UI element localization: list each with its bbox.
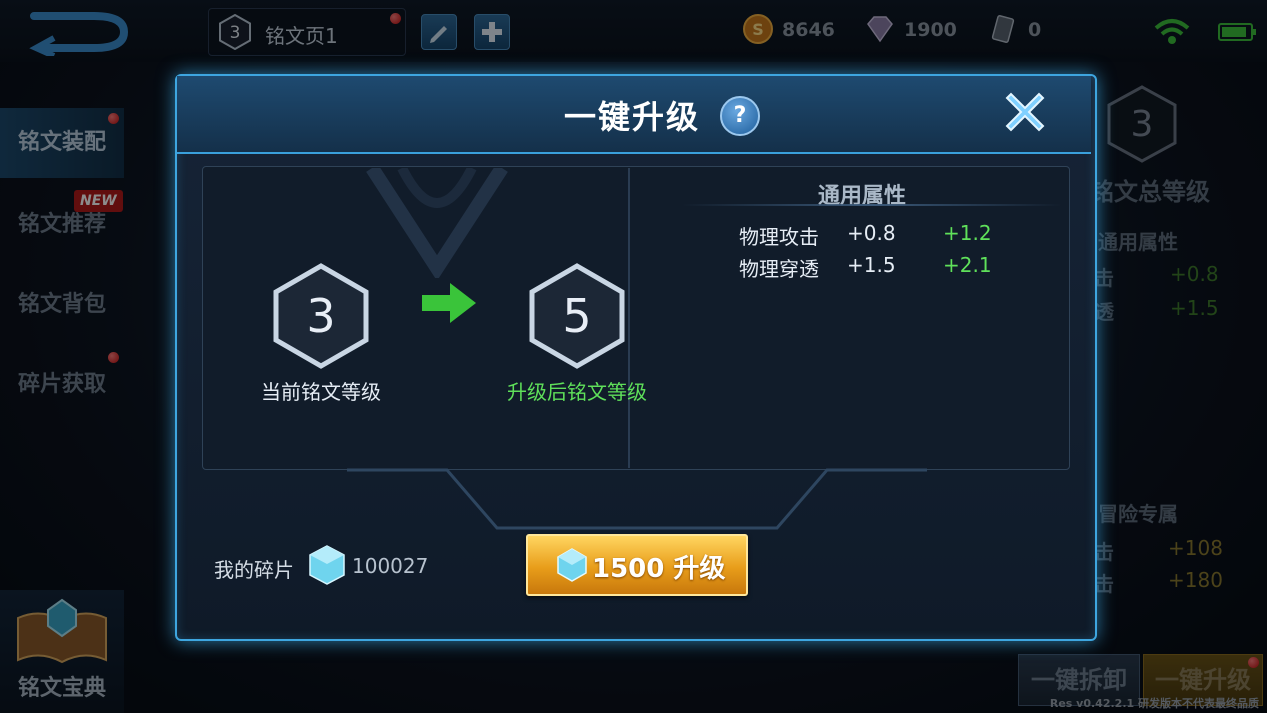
emblem-decoration-icon [366,168,508,278]
crystal-fragment-icon [557,548,587,582]
current-level-label: 当前铭文等级 [261,380,381,404]
crystal-fragment-icon [309,545,345,585]
current-level-number: 3 [306,289,336,343]
panel-divider [628,168,630,468]
new-level-number: 5 [562,289,592,343]
fragments-label: 我的碎片 [214,558,294,582]
frame-decoration-icon [347,468,927,530]
stat-new-value: +1.2 [943,221,992,245]
fragments-value: 100027 [352,554,429,578]
stats-title-underline [682,204,1062,206]
close-icon[interactable] [997,84,1053,140]
stat-name: 物理攻击 [739,225,819,249]
help-button[interactable]: ? [720,96,760,136]
upgrade-cost-label: 1500 升级 [592,554,726,584]
dialog-title: 一键升级 [564,98,701,136]
stat-current-value: +1.5 [847,253,896,277]
new-level-hex: 5 [527,262,627,370]
stat-current-value: +0.8 [847,221,896,245]
stat-new-value: +2.1 [943,253,992,277]
new-level-label: 升级后铭文等级 [507,380,647,404]
one-click-upgrade-dialog: 一键升级 ? 3 当前铭文等级 5 升级后铭文等级 通用属性 物理攻击 +0.8… [175,74,1097,641]
current-level-hex: 3 [271,262,371,370]
stat-name: 物理穿透 [739,257,819,281]
arrow-right-icon [422,283,476,323]
confirm-upgrade-button[interactable]: 1500 升级 [526,534,748,596]
